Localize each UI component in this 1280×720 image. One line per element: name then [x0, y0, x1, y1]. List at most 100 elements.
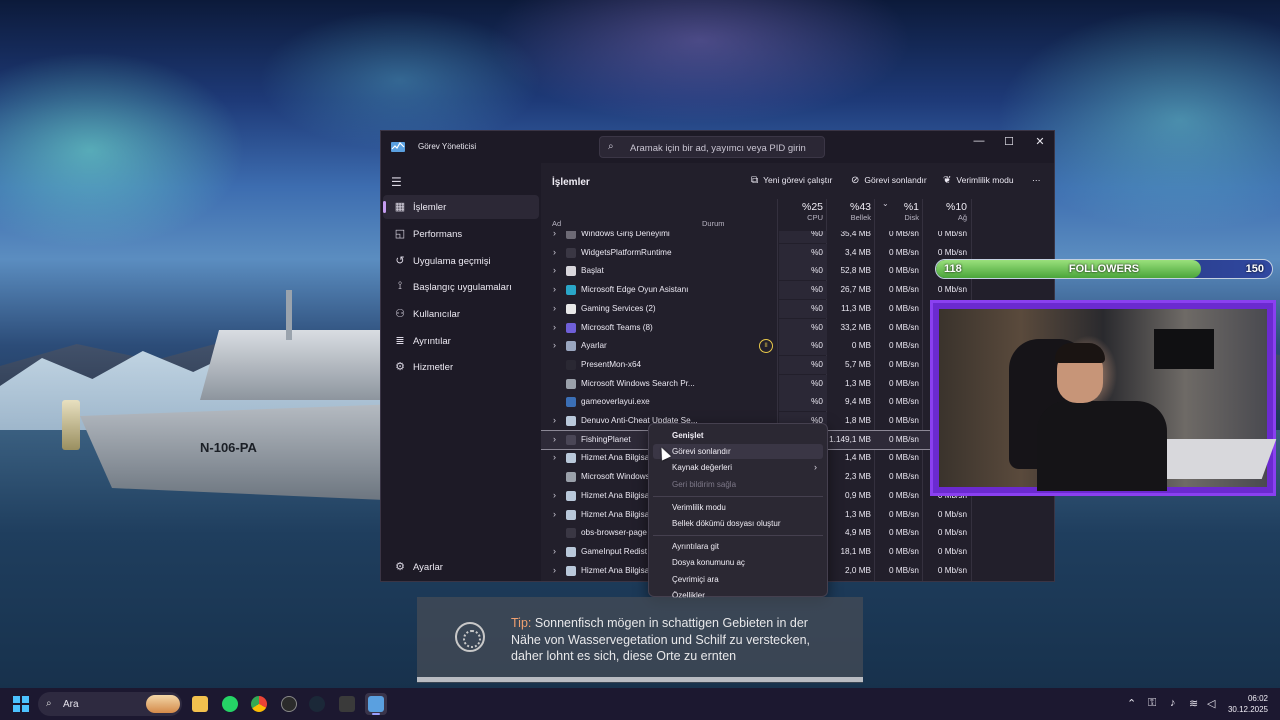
microphone-icon[interactable]: ♪	[1170, 697, 1176, 709]
process-disk: 0 MB/sn	[888, 322, 919, 332]
maximize-button[interactable]: ☐	[999, 135, 1019, 148]
expand-chevron-icon[interactable]: ›	[553, 565, 556, 575]
menu-item-geni-let[interactable]: Genişlet	[653, 428, 823, 443]
expand-chevron-icon[interactable]: ›	[553, 415, 556, 425]
menu-item-label: Genişlet	[672, 431, 704, 440]
end-task-icon: ⊘	[851, 175, 860, 186]
chevron-up-icon[interactable]: ⌃	[1127, 697, 1136, 710]
expand-chevron-icon[interactable]: ›	[553, 509, 556, 519]
whatsapp-icon[interactable]	[219, 693, 241, 715]
menu-item-dosya-konumunu-a[interactable]: Dosya konumunu aç	[653, 555, 823, 570]
menu-item-label: Ayrıntılara git	[672, 542, 719, 552]
nav-item-details[interactable]: ≣ Ayrıntılar	[383, 329, 539, 353]
webcam-monitor	[1154, 329, 1214, 369]
process-row[interactable]: › Microsoft Edge Oyun Asistanı %0 26,7 MB 0 …	[541, 281, 1054, 300]
menu-item-label: Çevrimiçi ara	[672, 574, 719, 584]
process-row[interactable]: › Windows Giriş Deneyimi %0 35,4 MB 0 MB/sn 0…	[541, 231, 1054, 243]
task-manager-taskbar-icon[interactable]	[365, 693, 387, 715]
process-disk: 0 MB/sn	[888, 434, 919, 444]
search-icon: ⌕	[46, 698, 52, 709]
menu-separator	[653, 495, 823, 497]
taskbar-search[interactable]: ⌕ Ara	[38, 692, 182, 716]
nav-item-performance[interactable]: ◱ Performans	[383, 222, 539, 246]
menu-item-verimlilik-modu[interactable]: Verimlilik modu	[653, 500, 823, 515]
expand-chevron-icon[interactable]: ›	[553, 340, 556, 350]
minimize-button[interactable]: —	[969, 135, 989, 147]
taskbar-search-placeholder: Ara	[63, 699, 79, 710]
windows-start-icon[interactable]	[13, 696, 29, 712]
process-icon	[566, 247, 576, 258]
cpu-percent: %25	[801, 201, 823, 213]
search-icon: ⌕	[608, 141, 614, 152]
process-disk: 0 MB/sn	[888, 490, 919, 500]
process-cpu: %0	[811, 231, 823, 238]
game-icon[interactable]	[336, 693, 358, 715]
nav-label: Hizmetler	[413, 362, 454, 373]
menu-item-ayr-nt-lara-git[interactable]: Ayrıntılara git	[653, 539, 823, 554]
cpu-label: CPU	[807, 213, 823, 222]
expand-chevron-icon[interactable]: ›	[553, 231, 556, 238]
efficiency-mode-button[interactable]: ❦ Verimlilik modu	[943, 175, 1014, 186]
nav-item-startup-apps[interactable]: ⟟ Başlangıç uygulamaları	[383, 275, 539, 299]
process-network: 0 Mb/sn	[937, 231, 967, 238]
process-icon	[566, 341, 576, 352]
webcam-person-hair	[1055, 343, 1105, 363]
search-highlight-icon	[146, 695, 180, 713]
expand-chevron-icon[interactable]: ›	[553, 265, 556, 275]
app-icon[interactable]	[278, 693, 300, 715]
expand-chevron-icon[interactable]: ›	[553, 322, 556, 332]
nav-item-services[interactable]: ⚙ Hizmetler	[383, 355, 539, 379]
followers-goal-bar: FOLLOWERS 118 150	[935, 259, 1273, 279]
expand-chevron-icon[interactable]: ›	[553, 490, 556, 500]
efficiency-label: Verimlilik modu	[956, 175, 1014, 185]
process-icon	[566, 378, 576, 389]
process-disk: 0 MB/sn	[888, 509, 919, 519]
search-input[interactable]: ⌕ Aramak için bir ad, yayımcı veya PID g…	[599, 136, 825, 158]
menu-item-g-revi-sonland-r[interactable]: Görevi sonlandır	[653, 444, 823, 460]
menu-item-kaynak-de-erleri[interactable]: Kaynak değerleri ›	[653, 460, 823, 475]
column-memory[interactable]: %43 Bellek	[827, 201, 871, 231]
column-name[interactable]: Ad	[552, 201, 612, 231]
process-memory: 2,0 MB	[845, 565, 871, 575]
process-network: 0 Mb/sn	[937, 565, 967, 575]
nav-item-processes[interactable]: ▦ İşlemler	[383, 195, 539, 219]
steam-icon[interactable]	[306, 693, 328, 715]
process-memory: 4,9 MB	[845, 528, 871, 538]
menu-item-evrimi-i-ara[interactable]: Çevrimiçi ara	[653, 572, 823, 587]
menu-item-bellek-d-k-m-dosyas-olu-tur[interactable]: Bellek dökümü dosyası oluştur	[653, 516, 823, 531]
column-disk[interactable]: %1 Disk	[875, 201, 919, 231]
expand-chevron-icon[interactable]: ›	[553, 546, 556, 556]
process-memory: 9,4 MB	[845, 397, 871, 407]
nav-item-app-history[interactable]: ↺ Uygulama geçmişi	[383, 249, 539, 273]
buoy	[62, 400, 80, 450]
end-task-button[interactable]: ⊘ Görevi sonlandır	[851, 175, 927, 186]
details-icon: ≣	[395, 335, 405, 347]
expand-chevron-icon[interactable]: ›	[553, 434, 556, 444]
expand-chevron-icon[interactable]: ›	[553, 452, 556, 462]
column-network[interactable]: %10 Ağ	[923, 201, 967, 231]
expand-chevron-icon[interactable]: ›	[553, 284, 556, 294]
expand-chevron-icon[interactable]: ›	[553, 303, 556, 313]
network-icon[interactable]: ⚿	[1148, 697, 1156, 710]
memory-label: Bellek	[850, 213, 871, 222]
title-bar[interactable]: Görev Yöneticisi ⌕ Aramak için bir ad, y…	[381, 131, 1054, 163]
menu-icon[interactable]: ☰	[391, 175, 402, 189]
tip-body: Sonnenfisch mögen in schattigen Gebieten…	[511, 616, 810, 663]
file-explorer-icon[interactable]	[189, 693, 211, 715]
nav-label: Uygulama geçmişi	[413, 256, 491, 267]
volume-icon[interactable]: ◁	[1207, 697, 1215, 710]
column-status[interactable]: Durum	[702, 201, 762, 231]
chrome-icon[interactable]	[248, 693, 270, 715]
expand-chevron-icon[interactable]: ›	[553, 247, 556, 257]
process-network: 0 Mb/sn	[937, 247, 967, 257]
page-title: İşlemler	[552, 177, 590, 188]
column-cpu[interactable]: %25 CPU	[781, 201, 823, 231]
clock[interactable]: 06:02 30.12.2025	[1228, 693, 1268, 715]
nav-item-settings[interactable]: ⚙ Ayarlar	[383, 555, 539, 579]
wifi-icon[interactable]: ≋	[1189, 697, 1198, 710]
nav-item-users[interactable]: ⚇ Kullanıcılar	[383, 302, 539, 326]
new-task-button[interactable]: ⧉ Yeni görevi çalıştır	[751, 175, 832, 186]
taskbar: ⌕ Ara ⌃ ⚿ ♪ ≋ ◁ 06:02 30.12.2025	[0, 688, 1280, 720]
close-button[interactable]: ✕	[1030, 135, 1050, 148]
more-options-icon[interactable]: ⋯	[1032, 175, 1041, 186]
